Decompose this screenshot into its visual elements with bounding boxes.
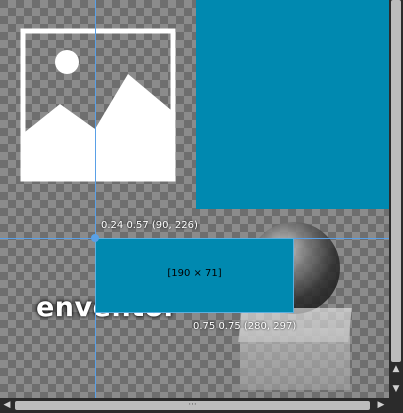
scroll-down-arrow-icon[interactable]: ▼ xyxy=(389,382,403,396)
horizontal-scrollbar[interactable]: ◀ ··· ▶ xyxy=(0,398,389,413)
start-coordinate-label: 0.24 0.57 (90, 226) xyxy=(101,220,198,231)
horizontal-scroll-thumb[interactable]: ··· xyxy=(15,401,370,410)
scroll-right-arrow-icon[interactable]: ▶ xyxy=(374,398,388,413)
scroll-grip-icon: ··· xyxy=(188,400,197,410)
selection-size-label: [190 × 71] xyxy=(167,268,222,279)
vertical-scroll-thumb[interactable] xyxy=(391,0,401,362)
blue-rectangle-top-right xyxy=(196,0,389,209)
selected-object[interactable]: [190 × 71] xyxy=(95,238,294,313)
vertical-guide-line xyxy=(95,0,96,398)
end-coordinate-label: 0.75 0.75 (280, 297) xyxy=(193,321,297,332)
scrollbar-corner xyxy=(389,398,403,413)
scroll-up-arrow-icon[interactable]: ▲ xyxy=(389,362,403,376)
cube-graphic xyxy=(240,328,350,390)
guide-anchor-point[interactable] xyxy=(91,234,99,242)
canvas-viewport[interactable]: enventor [190 × 71] 0.24 0.57 (90, 226) … xyxy=(0,0,389,398)
scroll-left-arrow-icon[interactable]: ◀ xyxy=(0,398,14,413)
vertical-scrollbar[interactable]: ▲ ▼ xyxy=(389,0,403,398)
image-placeholder-icon xyxy=(20,28,176,182)
